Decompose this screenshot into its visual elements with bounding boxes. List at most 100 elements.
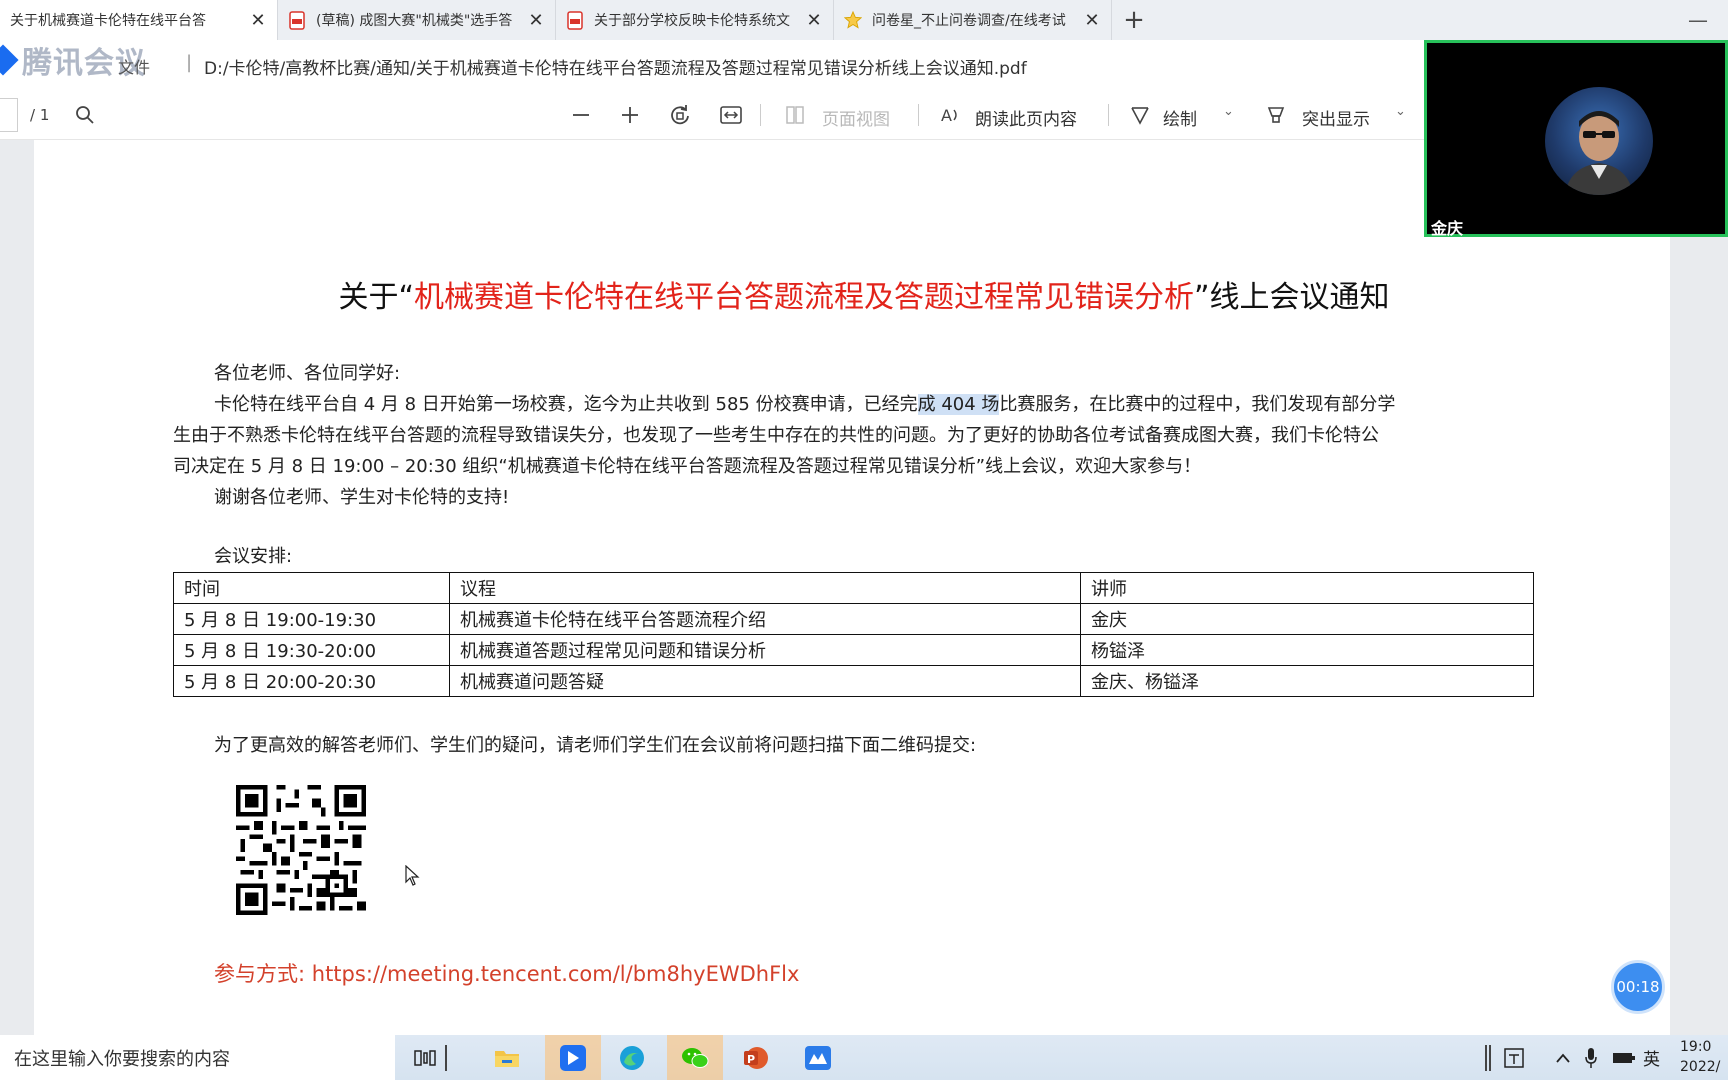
wechat-icon[interactable]: [667, 1035, 723, 1080]
file-path[interactable]: D:/卡伦特/高教杯比赛/通知/关于机械赛道卡伦特在线平台答题流程及答题过程常见…: [204, 54, 1027, 79]
draw-icon: [1127, 102, 1153, 128]
zoom-in-icon[interactable]: [617, 102, 643, 128]
close-icon[interactable]: ✕: [527, 10, 545, 31]
paragraph-line-1: 卡伦特在线平台自 4 月 8 日开始第一场校赛，迄今为止共收到 585 份校赛申…: [214, 389, 1395, 420]
participant-avatar: [1545, 87, 1653, 195]
table-header-cell: 议程: [449, 572, 1081, 604]
read-aloud-button[interactable]: 朗读此页内容: [975, 105, 1077, 130]
participant-name: 金庆: [1431, 219, 1464, 238]
file-label: 文件: [118, 58, 151, 77]
battery-icon[interactable]: [1610, 1035, 1638, 1080]
tab-wenjuanxing[interactable]: 问卷星_不止问卷调查/在线考试 ✕: [834, 0, 1112, 40]
thanks-text: 谢谢各位老师、学生对卡伦特的支持!: [214, 487, 510, 508]
app-icon[interactable]: [793, 1035, 843, 1080]
taskbar-search-input[interactable]: 在这里输入你要搜索的内容: [0, 1035, 395, 1080]
page-number-input[interactable]: [0, 98, 18, 132]
close-icon[interactable]: ✕: [805, 10, 823, 31]
tab-meeting-notice[interactable]: 关于机械赛道卡伦特在线平台答 ✕: [0, 0, 278, 40]
table-cell: 杨镒泽: [1080, 634, 1534, 666]
recording-timer[interactable]: 00:18: [1611, 960, 1665, 1014]
table-header-cell: 讲师: [1080, 572, 1534, 604]
highlight-icon: [1263, 102, 1289, 128]
tencent-meeting-logo-icon: [0, 44, 19, 76]
edge-browser-icon[interactable]: [607, 1035, 657, 1080]
zoom-out-icon[interactable]: [568, 102, 594, 128]
document-title: 关于“机械赛道卡伦特在线平台答题流程及答题过程常见错误分析”线上会议通知: [0, 272, 1728, 316]
selected-text: 成 404 场: [917, 394, 1000, 415]
table-cell: 金庆: [1080, 603, 1534, 635]
microphone-icon[interactable]: [1578, 1035, 1604, 1080]
qr-instruction-text: 为了更高效的解答老师们、学生们的疑问，请老师们学生们在会议前将问题扫描下面二维码…: [214, 735, 977, 756]
system-clock[interactable]: 19:0 2022/: [1680, 1037, 1720, 1077]
ime-language-indicator[interactable]: 英: [1643, 1045, 1660, 1070]
tab-school-feedback-pdf[interactable]: 关于部分学校反映卡伦特系统文 ✕: [556, 0, 834, 40]
table-cell: 5 月 8 日 20:00-20:30: [173, 665, 450, 697]
tab-title: 关于部分学校反映卡伦特系统文: [594, 13, 790, 29]
toolbar-divider: [1108, 104, 1109, 126]
qr-code: [236, 785, 366, 915]
file-explorer-icon[interactable]: [482, 1035, 532, 1080]
svg-text:P: P: [747, 1053, 755, 1066]
fit-width-icon[interactable]: [718, 102, 744, 128]
paragraph-text: 卡伦特在线平台自 4 月 8 日开始第一场校赛，迄今为止共收到 585 份校赛申…: [214, 394, 918, 415]
rotate-icon[interactable]: [667, 102, 693, 128]
svg-text:A: A: [941, 106, 952, 125]
paragraph-text: 比赛服务，在比赛中的过程中，我们发现有部分学: [999, 394, 1396, 415]
participant-video[interactable]: 金庆: [1424, 40, 1728, 238]
paragraph-line-3: 司决定在 5 月 8 日 19:00 – 20:30 组织“机械赛道卡伦特在线平…: [173, 456, 1202, 477]
browser-tab-bar: 关于机械赛道卡伦特在线平台答 ✕ (草稿) 成图大赛"机械类"选手答 ✕ 关于部…: [0, 0, 1728, 40]
schedule-table: 时间 议程 讲师 5 月 8 日 19:00-19:30 机械赛道卡伦特在线平台…: [173, 572, 1534, 697]
join-line: 参与方式: https://meeting.tencent.com/l/bm8h…: [214, 958, 799, 988]
table-row: 5 月 8 日 19:00-19:30 机械赛道卡伦特在线平台答题流程介绍 金庆: [173, 603, 1534, 635]
draw-button[interactable]: 绘制: [1163, 105, 1197, 130]
search-icon[interactable]: [72, 102, 98, 128]
pdf-icon: [566, 10, 584, 30]
close-icon[interactable]: ✕: [1083, 10, 1101, 31]
table-row: 5 月 8 日 20:00-20:30 机械赛道问题答疑 金庆、杨镒泽: [173, 665, 1534, 697]
mouse-cursor-icon: [405, 865, 420, 886]
taskbar-divider: [436, 1035, 456, 1080]
table-cell: 机械赛道卡伦特在线平台答题流程介绍: [449, 603, 1081, 635]
join-label: 参与方式:: [214, 962, 306, 986]
page-view-button: 页面视图: [822, 110, 890, 130]
input-method-icon[interactable]: [1496, 1035, 1532, 1080]
chevron-up-icon[interactable]: [1550, 1035, 1576, 1080]
pdf-icon: [288, 10, 306, 30]
title-red-text: 机械赛道卡伦特在线平台答题流程及答题过程常见错误分析: [414, 280, 1194, 315]
tab-title: 关于机械赛道卡伦特在线平台答: [10, 13, 206, 29]
tab-title: 问卷星_不止问卷调查/在线考试: [872, 13, 1066, 29]
chevron-down-icon[interactable]: ⌄: [1395, 104, 1406, 119]
highlight-button[interactable]: 突出显示: [1302, 105, 1370, 130]
address-separator: |: [186, 52, 193, 73]
page-view-icon: [782, 102, 808, 128]
table-header-row: 时间 议程 讲师: [173, 572, 1534, 604]
star-icon: [844, 10, 862, 30]
minimize-button[interactable]: —: [1668, 0, 1728, 40]
table-cell: 机械赛道问题答疑: [449, 665, 1081, 697]
clock-time: 19:0: [1680, 1039, 1712, 1055]
close-icon[interactable]: ✕: [249, 10, 267, 31]
clock-date: 2022/: [1680, 1059, 1721, 1075]
tab-draft-pdf[interactable]: (草稿) 成图大赛"机械类"选手答 ✕: [278, 0, 556, 40]
meeting-link[interactable]: https://meeting.tencent.com/l/bm8hyEWDhF…: [312, 962, 800, 986]
toolbar-divider: [760, 104, 761, 126]
table-cell: 机械赛道答题过程常见问题和错误分析: [449, 634, 1081, 666]
chevron-down-icon[interactable]: ⌄: [1223, 104, 1234, 119]
greeting-text: 各位老师、各位同学好:: [214, 363, 401, 384]
table-header-cell: 时间: [173, 572, 450, 604]
tray-divider: [1480, 1035, 1496, 1080]
table-row: 5 月 8 日 19:30-20:00 机械赛道答题过程常见问题和错误分析 杨镒…: [173, 634, 1534, 666]
title-suffix: ”线上会议通知: [1194, 280, 1390, 315]
tab-title: (草稿) 成图大赛"机械类"选手答: [316, 13, 513, 29]
windows-taskbar: 在这里输入你要搜索的内容 P 英 19:0 2022/: [0, 1035, 1728, 1080]
paragraph-line-2: 生由于不熟悉卡伦特在线平台答题的流程导致错误失分，也发现了一些考生中存在的共性的…: [173, 425, 1379, 446]
title-prefix: 关于“: [338, 280, 414, 315]
powerpoint-icon[interactable]: P: [731, 1035, 781, 1080]
read-aloud-icon: A: [938, 102, 964, 128]
schedule-label: 会议安排:: [214, 546, 293, 567]
table-cell: 5 月 8 日 19:00-19:30: [173, 603, 450, 635]
toolbar-divider: [918, 104, 919, 126]
page-count: / 1: [30, 106, 50, 124]
new-tab-button[interactable]: +: [1112, 0, 1156, 40]
tencent-meeting-taskbar-icon[interactable]: [545, 1035, 601, 1080]
